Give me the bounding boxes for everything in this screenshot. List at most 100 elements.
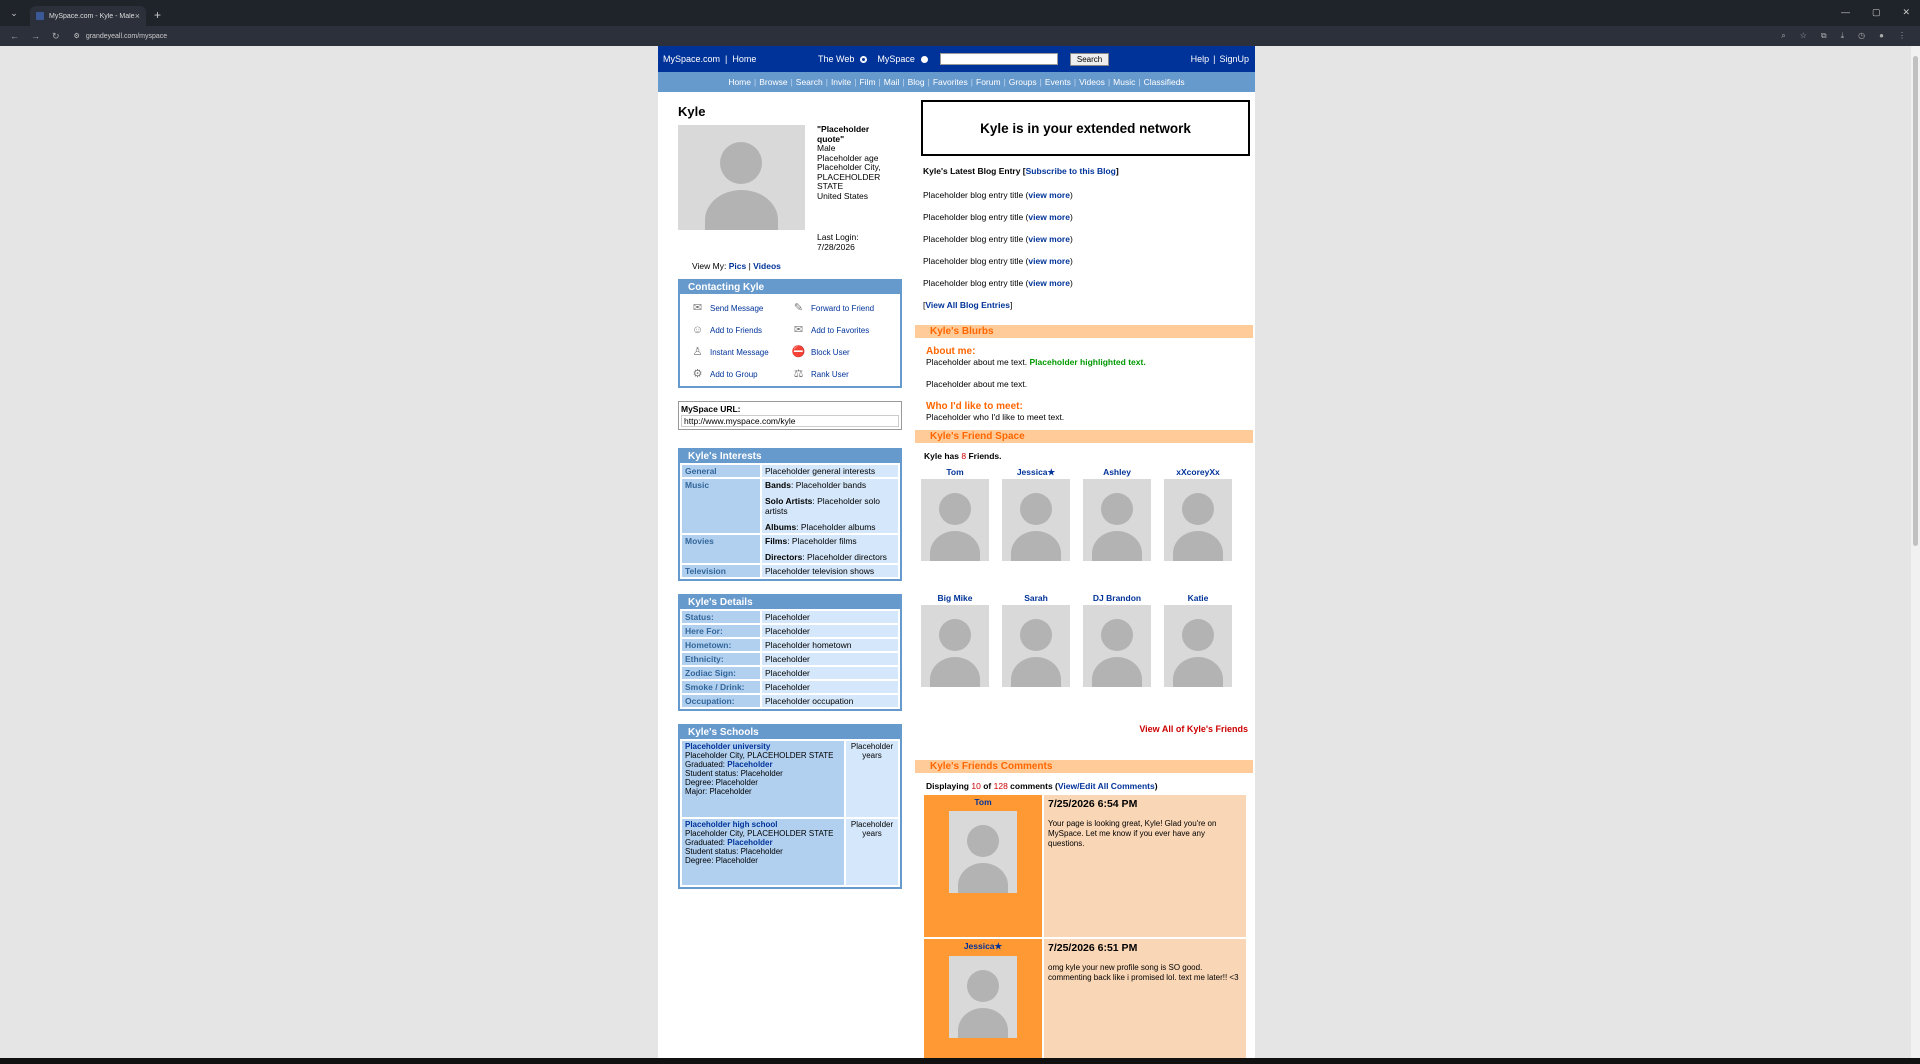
zoom-icon[interactable]: ⌕ bbox=[1781, 31, 1785, 41]
comment-count: Displaying 10 of 128 comments (View/Edit… bbox=[926, 781, 1158, 791]
interests-box: Kyle's Interests General Placeholder gene… bbox=[678, 448, 902, 581]
nav-invite[interactable]: Invite bbox=[831, 77, 851, 87]
view-more-link[interactable]: view more bbox=[1028, 234, 1070, 244]
nav-groups[interactable]: Groups bbox=[1009, 77, 1037, 87]
school-name-link[interactable]: Placeholder university bbox=[685, 742, 770, 751]
view-more-link[interactable]: view more bbox=[1028, 278, 1070, 288]
myspace-url-value[interactable]: http://www.myspace.com/kyle bbox=[681, 415, 899, 427]
nav-videos[interactable]: Videos bbox=[1079, 77, 1105, 87]
view-all-blog-link[interactable]: View All Blog Entries bbox=[925, 300, 1010, 310]
subscribe-blog-link[interactable]: Subscribe to this Blog bbox=[1026, 166, 1116, 176]
search-input[interactable] bbox=[939, 53, 1058, 65]
interest-value: Placeholder general interests bbox=[762, 465, 898, 477]
view-more-link[interactable]: view more bbox=[1028, 256, 1070, 266]
new-tab-icon[interactable]: + bbox=[154, 8, 161, 22]
tab-search-icon[interactable]: ⌄ bbox=[6, 5, 22, 21]
rank-user-button[interactable]: ⚖ Rank User bbox=[791, 367, 892, 381]
home-link[interactable]: Home bbox=[732, 54, 756, 64]
nav-favorites[interactable]: Favorites bbox=[933, 77, 968, 87]
view-edit-comments-link[interactable]: View/Edit All Comments bbox=[1058, 781, 1155, 791]
forward-to-friend-button[interactable]: ✎ Forward to Friend bbox=[791, 301, 892, 315]
close-window-icon[interactable]: ✕ bbox=[1902, 7, 1910, 18]
friend-avatar bbox=[1002, 605, 1070, 687]
blog-entry: Placeholder blog entry title (view more) bbox=[923, 278, 1073, 288]
nav-film[interactable]: Film bbox=[859, 77, 875, 87]
signup-link[interactable]: SignUp bbox=[1219, 54, 1249, 64]
site-info-icon[interactable]: ⚙ bbox=[74, 32, 80, 40]
comment-author-link[interactable]: Tom bbox=[924, 797, 1042, 807]
browser-tab[interactable]: MySpace.com - Kyle - Male - ... × bbox=[30, 6, 146, 26]
pics-link[interactable]: Pics bbox=[729, 261, 747, 271]
nav-events[interactable]: Events bbox=[1045, 77, 1071, 87]
maximize-icon[interactable]: ▢ bbox=[1872, 7, 1881, 18]
extensions-icon[interactable]: ⧉ bbox=[1821, 31, 1827, 41]
page-scrollbar[interactable] bbox=[1911, 46, 1920, 1064]
friend-card[interactable]: Sarah bbox=[1002, 593, 1070, 687]
add-to-favorites-button[interactable]: ✉ Add to Favorites bbox=[791, 323, 892, 337]
friend-avatar bbox=[1164, 479, 1232, 561]
comment-author-avatar[interactable] bbox=[949, 811, 1017, 893]
download-icon[interactable]: ⤓ bbox=[1841, 31, 1845, 41]
friend-card[interactable]: Big Mike bbox=[921, 593, 989, 687]
profile-photo[interactable] bbox=[678, 125, 805, 230]
help-link[interactable]: Help bbox=[1191, 54, 1210, 64]
send-message-button[interactable]: ✉ Send Message bbox=[690, 301, 791, 315]
comment-author-avatar[interactable] bbox=[949, 956, 1017, 1038]
friend-card[interactable]: DJ Brandon bbox=[1083, 593, 1151, 687]
friend-card[interactable]: Jessica★ bbox=[1002, 467, 1070, 561]
close-tab-icon[interactable]: × bbox=[135, 11, 140, 21]
nav-browse[interactable]: Browse bbox=[759, 77, 787, 87]
myspace-radio[interactable] bbox=[920, 55, 928, 63]
add-to-group-button[interactable]: ⚙ Add to Group bbox=[690, 367, 791, 381]
url-text[interactable]: grandeyeall.com/myspace bbox=[86, 33, 167, 40]
view-all-friends-link[interactable]: View All of Kyle's Friends bbox=[915, 724, 1248, 734]
blog-entry: Placeholder blog entry title (view more) bbox=[923, 190, 1073, 200]
schools-box: Kyle's Schools Placeholder university Pl… bbox=[678, 724, 902, 889]
comment-author-link[interactable]: Jessica★ bbox=[924, 941, 1042, 952]
myspace-home-link[interactable]: MySpace.com bbox=[663, 54, 720, 64]
scrollbar-thumb[interactable] bbox=[1913, 56, 1918, 546]
interest-label: Music bbox=[682, 479, 760, 533]
sub-nav: Home | Browse | Search | Invite | Film | Mail… bbox=[658, 72, 1255, 92]
nav-search[interactable]: Search bbox=[796, 77, 823, 87]
highlighted-text: Placeholder highlighted text. bbox=[1029, 357, 1146, 367]
profile-icon[interactable]: ● bbox=[1879, 31, 1884, 41]
graduated-link[interactable]: Placeholder bbox=[727, 838, 772, 847]
friend-space-title: Kyle's Friend Space bbox=[915, 430, 1253, 443]
bookmark-star-icon[interactable]: ☆ bbox=[1800, 31, 1807, 41]
detail-label: Hometown: bbox=[682, 639, 760, 651]
view-more-link[interactable]: view more bbox=[1028, 212, 1070, 222]
add-to-friends-button[interactable]: ☺ Add to Friends bbox=[690, 323, 791, 337]
nav-mail[interactable]: Mail bbox=[884, 77, 900, 87]
nav-music[interactable]: Music bbox=[1113, 77, 1135, 87]
graduated-link[interactable]: Placeholder bbox=[727, 760, 772, 769]
school-name-link[interactable]: Placeholder high school bbox=[685, 820, 777, 829]
friend-count: Kyle has 8 Friends. bbox=[924, 451, 1002, 461]
nav-classifieds[interactable]: Classifieds bbox=[1144, 77, 1185, 87]
friend-card[interactable]: Tom bbox=[921, 467, 989, 561]
nav-home[interactable]: Home bbox=[728, 77, 751, 87]
web-radio[interactable] bbox=[860, 55, 868, 63]
friend-card[interactable]: Katie bbox=[1164, 593, 1232, 687]
instant-message-button[interactable]: ♙ Instant Message bbox=[690, 345, 791, 359]
albums-value: : Placeholder albums bbox=[796, 522, 876, 532]
history-icon[interactable]: ◷ bbox=[1858, 31, 1865, 41]
url-field[interactable]: ⚙ grandeyeall.com/myspace bbox=[74, 32, 168, 41]
menu-icon[interactable]: ⋮ bbox=[1898, 31, 1906, 41]
last-login-date: 7/28/2026 bbox=[817, 241, 855, 252]
nav-forum[interactable]: Forum bbox=[976, 77, 1001, 87]
forward-icon[interactable]: → bbox=[31, 31, 40, 42]
comment-time: 7/25/2026 6:54 PM bbox=[1048, 798, 1138, 810]
block-user-button[interactable]: ⛔ Block User bbox=[791, 345, 892, 359]
videos-link[interactable]: Videos bbox=[753, 261, 781, 271]
detail-label: Occupation: bbox=[682, 695, 760, 707]
reload-icon[interactable]: ↻ bbox=[52, 31, 60, 42]
friend-card[interactable]: xXcoreyXx bbox=[1164, 467, 1232, 561]
back-icon[interactable]: ← bbox=[10, 31, 19, 42]
friend-card[interactable]: Ashley bbox=[1083, 467, 1151, 561]
view-more-link[interactable]: view more bbox=[1028, 190, 1070, 200]
nav-blog[interactable]: Blog bbox=[908, 77, 925, 87]
search-button[interactable]: Search bbox=[1069, 52, 1110, 66]
minimize-icon[interactable]: — bbox=[1841, 7, 1850, 18]
group-icon: ⚙ bbox=[692, 368, 703, 380]
